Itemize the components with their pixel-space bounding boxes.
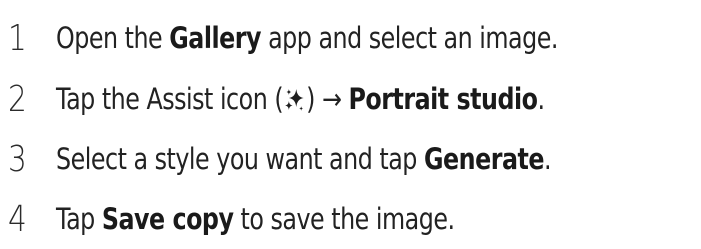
instruction-steps: 1 Open the Gallery app and select an ima… [0, 0, 701, 249]
step-number: 1 [8, 17, 27, 59]
step-text-part: Open the [56, 21, 170, 55]
step-2: 2 Tap the Assist icon ( ) → Portrait stu… [8, 77, 652, 121]
step-text-part: Tap [56, 202, 102, 236]
step-number: 4 [8, 198, 27, 240]
step-bold-term: Save copy [101, 202, 234, 236]
step-3: 3 Select a style you want and tap Genera… [8, 137, 660, 181]
step-number: 2 [8, 78, 27, 120]
step-bold-term: Portrait studio [348, 82, 538, 116]
step-1: 1 Open the Gallery app and select an ima… [8, 16, 668, 60]
step-bold-term: Generate [423, 142, 545, 176]
step-text: Open the Gallery app and select an image… [56, 21, 558, 55]
step-text-part: . [544, 142, 552, 176]
assist-sparkle-icon [285, 89, 304, 111]
step-text-part: . [537, 82, 545, 116]
step-text: Tap the Assist icon ( ) → Portrait studi… [56, 82, 545, 116]
step-text-part: app and select an image. [261, 21, 558, 55]
step-text: Select a style you want and tap Generate… [56, 142, 552, 176]
step-text-part: ) → [306, 82, 349, 116]
step-bold-term: Gallery [169, 21, 262, 55]
step-text-part: Tap the Assist icon ( [56, 82, 284, 116]
step-text: Tap Save copy to save the image. [56, 202, 455, 236]
step-text-part: to save the image. [233, 202, 456, 236]
step-4: 4 Tap Save copy to save the image. [8, 197, 542, 241]
step-number: 3 [8, 138, 27, 180]
step-text-part: Select a style you want and tap [56, 142, 424, 176]
